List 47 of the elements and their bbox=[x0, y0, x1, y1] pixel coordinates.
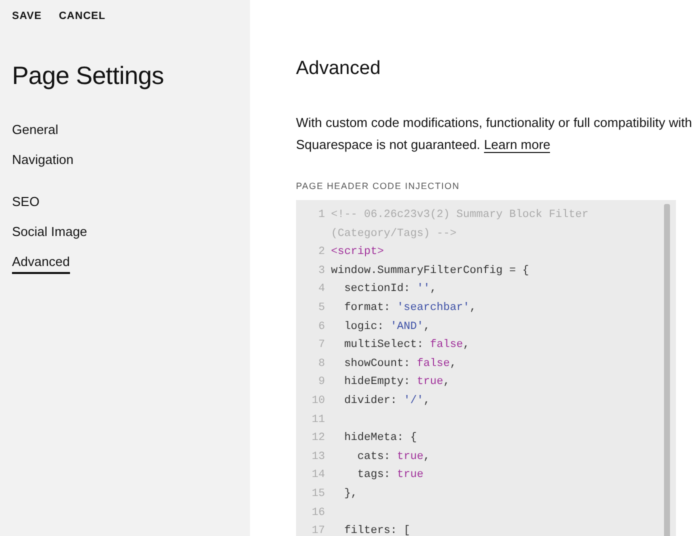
line-number: 15 bbox=[310, 486, 326, 502]
learn-more-link[interactable]: Learn more bbox=[484, 137, 550, 153]
nav-item[interactable]: Navigation bbox=[12, 151, 74, 172]
line-number: 3 bbox=[317, 264, 326, 279]
code-line: <!-- 06.26c23v3(2) Summary Block Filter bbox=[331, 208, 588, 223]
code-line: window.SummaryFilterConfig = { bbox=[331, 264, 530, 279]
code-line: cats: true, bbox=[356, 450, 430, 465]
code-line: <script> bbox=[331, 245, 384, 260]
line-number: 9 bbox=[317, 375, 326, 390]
code-line: }, bbox=[343, 486, 358, 502]
nav-item[interactable]: SEO bbox=[12, 193, 40, 214]
section-title: Advanced bbox=[296, 58, 382, 80]
code-line: (Category/Tags) --> bbox=[331, 226, 456, 242]
nav-item[interactable]: Advanced bbox=[12, 253, 70, 274]
line-number: 16 bbox=[310, 506, 326, 520]
line-number: 6 bbox=[317, 320, 326, 335]
line-number: 17 bbox=[310, 524, 326, 536]
save-button[interactable]: SAVE bbox=[12, 10, 42, 22]
code-line: divider: '/', bbox=[343, 394, 430, 409]
code-line: hideEmpty: true, bbox=[343, 375, 450, 390]
nav-item[interactable]: Social Image bbox=[12, 223, 88, 244]
code-line: showCount: false, bbox=[343, 356, 456, 372]
code-line: tags: true bbox=[356, 468, 424, 484]
code-line: logic: 'AND', bbox=[343, 320, 430, 335]
line-number: 14 bbox=[310, 468, 326, 484]
code-line: sectionId: '', bbox=[343, 282, 437, 298]
line-number: 8 bbox=[317, 356, 326, 372]
line-number: 12 bbox=[310, 431, 326, 446]
code-line: multiSelect: false, bbox=[343, 338, 470, 354]
field-label: PAGE HEADER CODE INJECTION bbox=[296, 181, 461, 191]
code-line: filters: [ bbox=[343, 524, 410, 536]
line-number: 10 bbox=[310, 394, 326, 409]
line-number: 1 bbox=[317, 208, 326, 223]
scrollbar[interactable] bbox=[664, 204, 670, 536]
line-number: 4 bbox=[317, 282, 326, 298]
code-line: format: 'searchbar', bbox=[343, 300, 476, 316]
page-title: Page Settings bbox=[12, 62, 165, 91]
code-line: hideMeta: { bbox=[343, 431, 417, 446]
code-editor[interactable] bbox=[296, 200, 676, 536]
line-number: 2 bbox=[317, 245, 326, 260]
line-number: 5 bbox=[317, 300, 326, 316]
nav-item[interactable]: General bbox=[12, 121, 58, 142]
cancel-button[interactable]: CANCEL bbox=[58, 10, 106, 22]
line-number: 11 bbox=[310, 412, 326, 428]
line-number: 13 bbox=[310, 450, 326, 465]
description-text: With custom code modifications, functionality or full compatibility with Squarespace is not guaranteed. Learn more bbox=[296, 114, 693, 155]
line-number: 7 bbox=[317, 338, 326, 354]
